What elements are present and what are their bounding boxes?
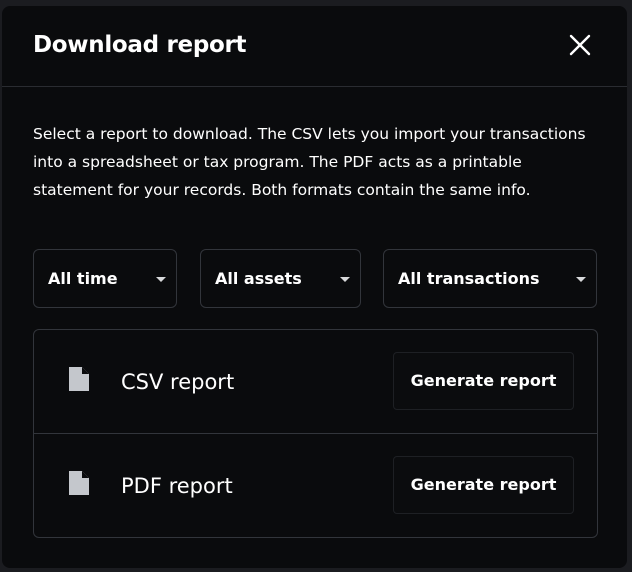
time-range-select[interactable]: All time [33,249,177,308]
transaction-type-label: All transactions [398,269,540,288]
chevron-down-icon [340,277,350,282]
report-row-pdf: PDF report Generate report [34,434,597,538]
chevron-down-icon [576,277,586,282]
asset-label: All assets [215,269,302,288]
generate-csv-report-label: Generate report [410,371,557,390]
chevron-down-icon [156,277,166,282]
dialog-description: Select a report to download. The CSV let… [33,125,586,199]
report-name-csv: CSV report [121,370,235,394]
report-row-csv: CSV report Generate report [34,330,597,434]
document-icon [69,471,89,495]
generate-pdf-report-label: Generate report [410,475,557,494]
download-report-dialog: Download report Select a report to downl… [2,6,627,568]
close-icon [569,34,591,56]
asset-select[interactable]: All assets [200,249,361,308]
time-range-label: All time [48,269,118,288]
report-name-pdf: PDF report [121,474,233,498]
transaction-type-select[interactable]: All transactions [383,249,597,308]
dialog-title: Download report [33,32,247,58]
dialog-header: Download report [2,6,627,87]
generate-csv-report-button[interactable]: Generate report [393,352,574,410]
close-button[interactable] [565,30,595,60]
report-list: CSV report Generate report PDF report Ge… [33,329,598,538]
generate-pdf-report-button[interactable]: Generate report [393,456,574,514]
document-icon [69,367,89,391]
